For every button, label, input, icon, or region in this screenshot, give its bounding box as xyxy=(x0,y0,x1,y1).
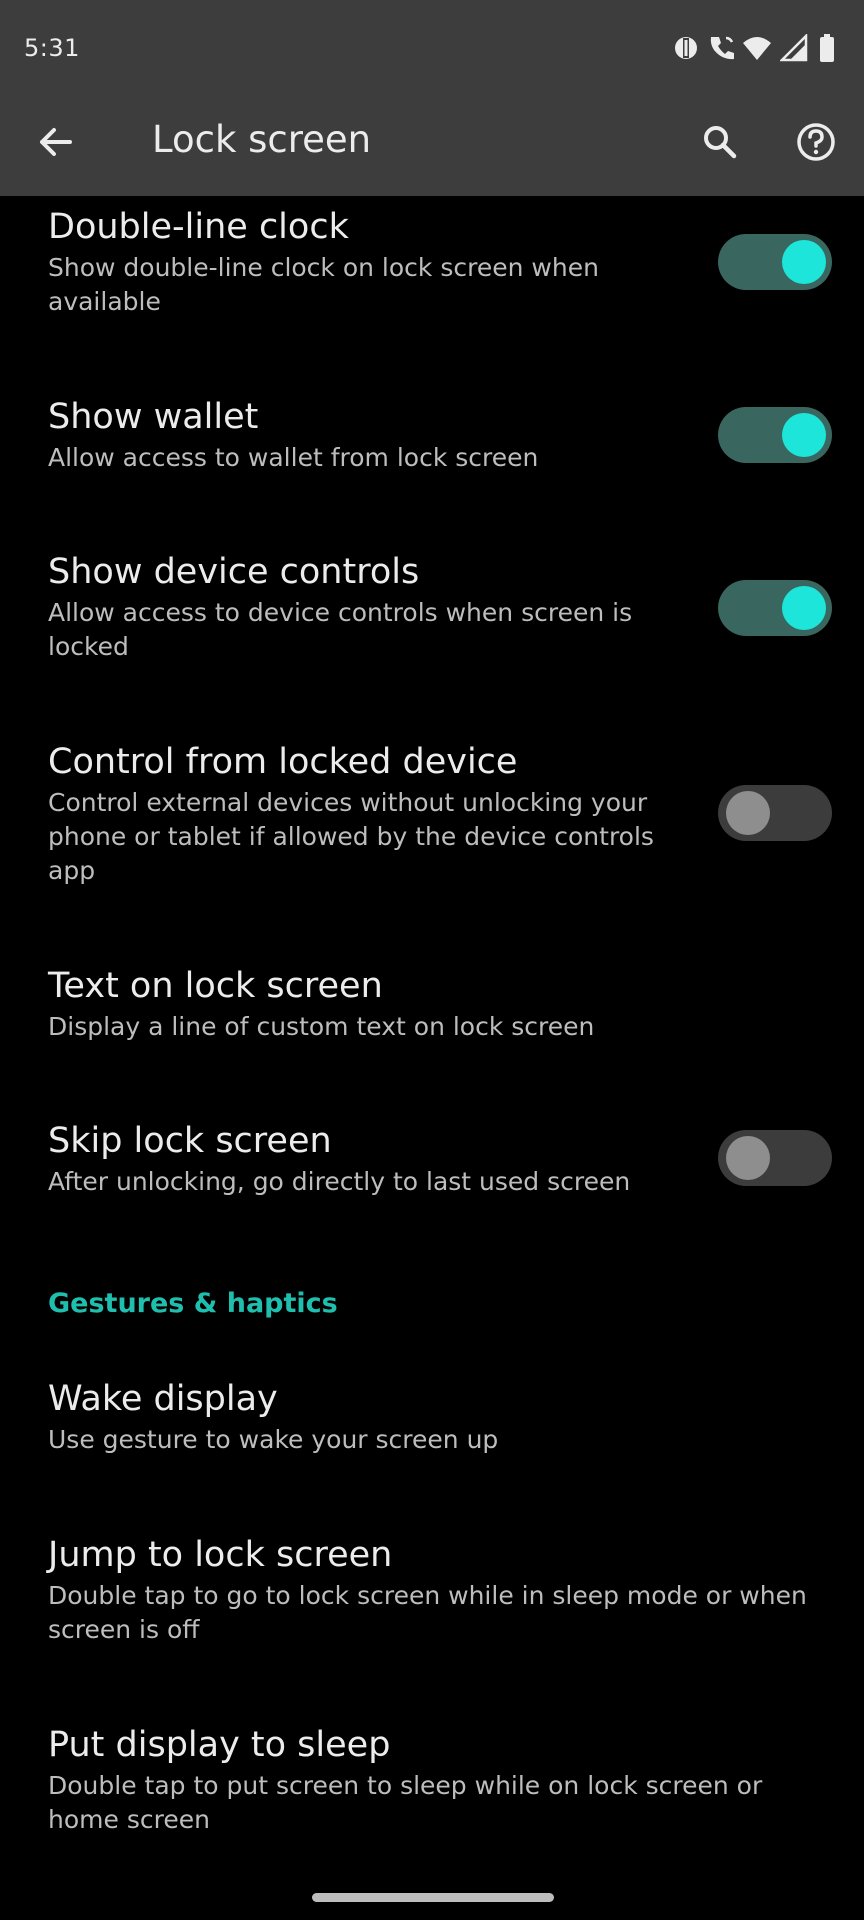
setting-title: Text on lock screen xyxy=(48,966,383,1006)
setting-summary: Allow access to device controls when scr… xyxy=(48,598,633,661)
back-button[interactable] xyxy=(24,110,88,174)
help-button[interactable] xyxy=(784,110,848,174)
status-time: 5:31 xyxy=(24,34,80,62)
double-line-clock-toggle[interactable] xyxy=(718,234,832,290)
toggle-thumb xyxy=(782,240,826,284)
setting-summary: Double tap to go to lock screen while in… xyxy=(48,1581,807,1644)
setting-summary: Double tap to put screen to sleep while … xyxy=(48,1771,763,1834)
show-device-controls-toggle[interactable] xyxy=(718,580,832,636)
setting-summary: After unlocking, go directly to last use… xyxy=(48,1167,631,1196)
setting-title: Double-line clock xyxy=(48,207,349,247)
hotspot-icon xyxy=(675,37,697,59)
show-wallet-toggle[interactable] xyxy=(718,407,832,463)
setting-summary: Control external devices without unlocki… xyxy=(48,788,654,885)
setting-title: Show device controls xyxy=(48,552,420,592)
setting-title: Skip lock screen xyxy=(48,1121,332,1161)
wifi-calling-icon xyxy=(710,36,734,60)
setting-summary: Display a line of custom text on lock sc… xyxy=(48,1012,595,1041)
search-icon xyxy=(704,126,737,159)
app-header: 5:31 Lock screen xyxy=(0,0,864,196)
control-from-locked-device-toggle[interactable] xyxy=(718,785,832,841)
wifi-icon xyxy=(743,37,771,60)
setting-title: Show wallet xyxy=(48,397,259,437)
skip-lock-screen-toggle[interactable] xyxy=(718,1130,832,1186)
setting-summary: Allow access to wallet from lock screen xyxy=(48,443,539,472)
setting-title: Control from locked device xyxy=(48,742,518,782)
setting-title: Put display to sleep xyxy=(48,1725,391,1765)
toggle-thumb xyxy=(726,1136,770,1180)
page-title: Lock screen xyxy=(152,118,372,161)
help-icon xyxy=(797,123,835,161)
toggle-thumb xyxy=(782,413,826,457)
signal-icon xyxy=(780,34,808,62)
arrow-back-icon xyxy=(40,128,72,156)
battery-icon xyxy=(820,34,834,62)
section-header-gestures: Gestures & haptics xyxy=(48,1288,338,1319)
gesture-nav-handle[interactable] xyxy=(312,1893,554,1902)
toggle-thumb xyxy=(782,586,826,630)
search-button[interactable] xyxy=(688,110,752,174)
lock-screen-settings-page: 5:31 Lock screen Double-line clock Show … xyxy=(0,0,864,1920)
setting-title: Wake display xyxy=(48,1379,278,1419)
setting-summary: Use gesture to wake your screen up xyxy=(48,1425,499,1454)
status-icons xyxy=(672,34,844,62)
setting-title: Jump to lock screen xyxy=(48,1535,393,1575)
setting-summary: Show double-line clock on lock screen wh… xyxy=(48,253,599,316)
toggle-thumb xyxy=(726,791,770,835)
